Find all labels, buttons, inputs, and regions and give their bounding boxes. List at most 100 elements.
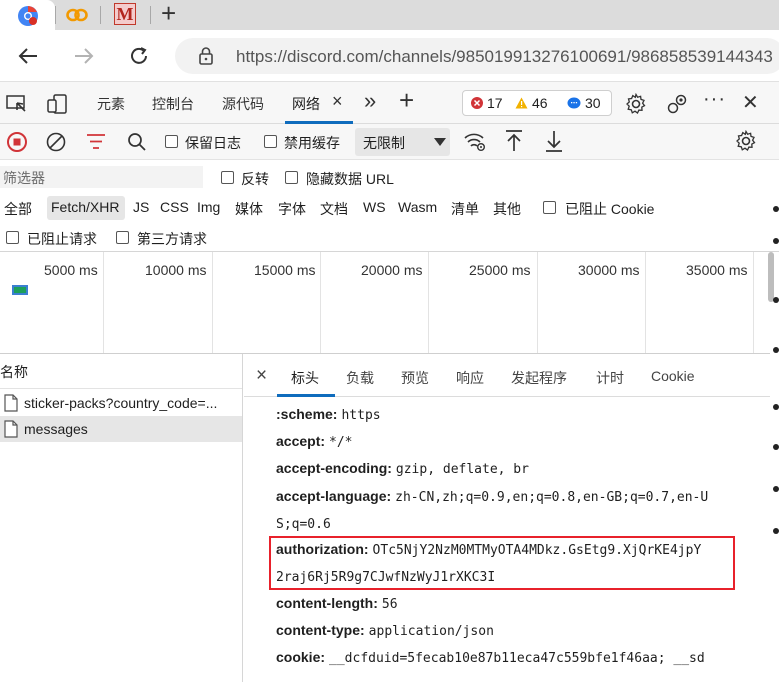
google-chrome-favicon	[17, 5, 39, 27]
header-accept-language-cont[interactable]: S;q=0.6	[276, 515, 331, 532]
more-tabs-icon[interactable]: »	[364, 88, 376, 114]
issue-counters[interactable]: 17 46 30	[462, 90, 612, 116]
type-filter-wasm[interactable]: Wasm	[398, 199, 437, 215]
timeline-gridline	[212, 252, 213, 353]
message-count-badge[interactable]: 30	[567, 95, 601, 111]
timeline-overview[interactable]: 5000 ms 10000 ms 15000 ms 20000 ms 25000…	[0, 252, 770, 354]
throttle-select[interactable]: 无限制	[355, 128, 450, 156]
type-filter-css[interactable]: CSS	[160, 199, 189, 215]
error-icon	[471, 97, 483, 109]
hide-data-url-checkbox[interactable]	[285, 171, 298, 184]
third-party-checkbox[interactable]	[116, 231, 129, 244]
blocked-cookies-checkbox[interactable]	[543, 201, 556, 214]
timeline-gridline	[428, 252, 429, 353]
settings-gear-icon[interactable]	[625, 93, 647, 115]
search-icon[interactable]	[126, 131, 148, 153]
edge-dot	[773, 486, 779, 492]
tab-console[interactable]: 控制台	[152, 94, 194, 114]
header-key: accept-language:	[276, 488, 392, 504]
clear-icon[interactable]	[45, 131, 67, 153]
header-cookie[interactable]: cookie: __dcfduid=5fecab10e87b11eca47c559…	[276, 649, 705, 666]
tab-timing[interactable]: 计时	[596, 368, 624, 388]
disable-cache-label: 禁用缓存	[284, 135, 340, 151]
header-content-type[interactable]: content-type: application/json	[276, 622, 494, 639]
url-text[interactable]: https://discord.com/channels/98501991327…	[236, 47, 773, 67]
reload-button[interactable]	[125, 42, 153, 70]
filter-icon[interactable]	[85, 132, 107, 152]
inspect-element-icon[interactable]	[6, 94, 28, 114]
detail-tab-bar: × 标头 负载 预览 响应 发起程序 计时 Cookie	[244, 354, 770, 397]
network-settings-gear-icon[interactable]	[735, 130, 757, 152]
filter-input[interactable]: 筛选器	[0, 166, 203, 188]
request-row[interactable]: sticker-packs?country_code=...	[0, 390, 242, 416]
preserve-log-checkbox[interactable]	[165, 135, 178, 148]
tab-sources[interactable]: 源代码	[222, 94, 264, 114]
timeline-gridline	[103, 252, 104, 353]
tab-cookies[interactable]: Cookie	[651, 368, 695, 384]
type-filter-js[interactable]: JS	[133, 199, 149, 215]
message-count: 30	[585, 95, 601, 111]
request-row-selected[interactable]: messages	[0, 416, 242, 442]
type-filter-img[interactable]: Img	[197, 199, 220, 215]
record-stop-icon[interactable]	[6, 131, 28, 153]
edge-dot	[773, 528, 779, 534]
type-filter-manifest[interactable]: 清单	[451, 199, 479, 219]
header-content-length[interactable]: content-length: 56	[276, 595, 398, 612]
disable-cache-checkbox[interactable]	[264, 135, 277, 148]
add-tab-icon[interactable]: +	[399, 85, 414, 116]
header-accept-language[interactable]: accept-language: zh-CN,zh;q=0.9,en;q=0.8,…	[276, 488, 708, 505]
timeline-scrollbar[interactable]	[768, 252, 774, 302]
import-har-icon[interactable]	[503, 129, 525, 153]
forward-button[interactable]	[70, 42, 98, 70]
timeline-label: 35000 ms	[686, 262, 748, 278]
type-filter-media[interactable]: 媒体	[235, 199, 263, 219]
close-devtools-icon[interactable]: ✕	[742, 90, 759, 115]
header-accept-encoding[interactable]: accept-encoding: gzip, deflate, br	[276, 460, 529, 477]
header-value: gzip, deflate, br	[395, 462, 529, 477]
type-filter-other[interactable]: 其他	[493, 199, 521, 219]
edge-dot	[773, 206, 779, 212]
edge-dot	[773, 404, 779, 410]
blocked-requests-checkbox[interactable]	[6, 231, 19, 244]
tab-preview[interactable]: 预览	[401, 368, 429, 388]
new-tab-button[interactable]: +	[161, 0, 176, 29]
more-options-icon[interactable]: ···	[703, 88, 726, 111]
device-emulation-icon[interactable]	[46, 93, 68, 115]
preserve-log-label: 保留日志	[185, 135, 241, 151]
tab-elements[interactable]: 元素	[97, 94, 125, 114]
browser-tab-strip: M +	[0, 0, 779, 30]
lock-icon[interactable]	[197, 46, 215, 66]
hide-data-url-label: 隐藏数据 URL	[306, 171, 394, 187]
error-count-badge[interactable]: 17	[471, 95, 503, 111]
m-favicon[interactable]: M	[114, 3, 136, 25]
devtools-tab-bar: 元素 控制台 源代码 网络 × » + ··· ✕	[0, 82, 779, 124]
timeline-label: 30000 ms	[578, 262, 640, 278]
name-column-header[interactable]: 名称	[0, 362, 28, 382]
timeline-gridline	[645, 252, 646, 353]
back-button[interactable]	[14, 42, 42, 70]
export-har-icon[interactable]	[543, 129, 565, 153]
close-detail-icon[interactable]: ×	[256, 365, 267, 387]
link-favicon[interactable]	[66, 6, 88, 24]
type-filter-fetch-xhr[interactable]: Fetch/XHR	[51, 199, 119, 215]
warning-icon	[515, 97, 528, 109]
header-accept[interactable]: accept: */*	[276, 433, 353, 450]
tab-separator	[55, 6, 56, 24]
tab-network[interactable]: 网络	[292, 94, 320, 114]
type-filter-doc[interactable]: 文档	[320, 199, 348, 219]
invert-checkbox[interactable]	[221, 171, 234, 184]
tab-response[interactable]: 响应	[456, 368, 484, 388]
type-filter-all[interactable]: 全部	[4, 199, 32, 219]
header-scheme[interactable]: :scheme: https	[276, 406, 381, 423]
timeline-gridline	[753, 252, 754, 353]
tab-payload[interactable]: 负载	[346, 368, 374, 388]
type-filter-ws[interactable]: WS	[363, 199, 386, 215]
tab-initiator[interactable]: 发起程序	[511, 368, 567, 388]
connect-devices-icon[interactable]	[666, 93, 688, 115]
timeline-label: 10000 ms	[145, 262, 207, 278]
network-conditions-icon[interactable]	[463, 131, 487, 153]
warning-count-badge[interactable]: 46	[515, 95, 548, 111]
close-network-tab-icon[interactable]: ×	[332, 91, 343, 112]
tab-headers[interactable]: 标头	[291, 368, 319, 388]
type-filter-font[interactable]: 字体	[278, 199, 306, 219]
